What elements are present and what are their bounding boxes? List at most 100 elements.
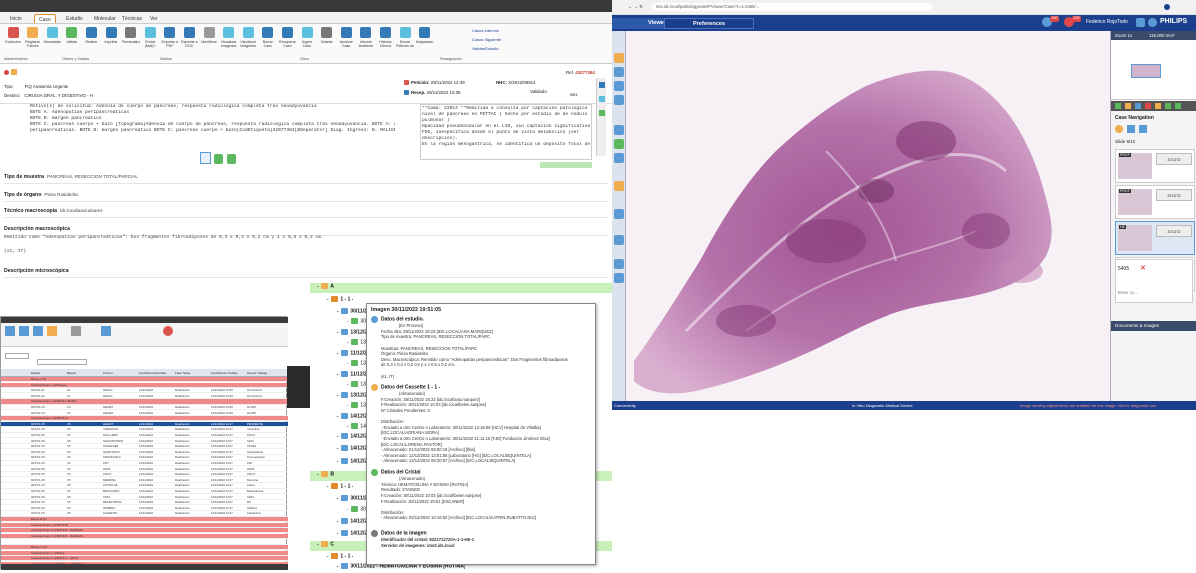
ribbon-button[interactable]: Validar [63,27,81,48]
settings-icon[interactable] [1136,18,1145,27]
chevron-down-icon[interactable]: ⌄ [336,563,339,568]
address-input[interactable]: ims.idc.local/pathologysuite/PViewer/Cas… [652,3,932,11]
table-row[interactable]: 02/07/1-C4 C4 HE/HRT 14/12/2022 Realización 1… [1,405,288,411]
help-icon[interactable] [1148,18,1157,27]
filter-input[interactable] [37,359,87,365]
table-row[interactable]: 02/07/1-C5 C5 CKAE1/AE3 14/12/2022 Realizaci… [1,444,288,450]
slide-thumbnail[interactable]: HE 371272 [1115,221,1195,255]
table-row[interactable]: 02/07/1-C5 C5 CD34 14/12/2022 Realización 14/… [1,467,288,472]
ribbon-button[interactable]: Enviar Petición de Imagen [396,27,414,48]
grid-column-header[interactable]: Fase Tarea [175,371,190,375]
grid-column-header[interactable]: Fecha/Hora Entrada [139,371,166,375]
tool-icon[interactable] [1125,103,1131,109]
chevron-down-icon[interactable]: ⌄ [316,471,319,476]
chevron-down-icon[interactable]: ⌄ [336,392,339,397]
tab-3[interactable]: Molecular [90,14,120,23]
close-icon[interactable]: ✕ [1140,264,1146,272]
table-row[interactable]: 02/07/1-A1 A1 HE/Hxs 14/12/2022 Realización 1… [1,388,288,394]
tree-node[interactable]: ⌄ A [310,283,612,293]
tab-5[interactable]: Ver [146,14,162,23]
chevron-down-icon[interactable]: ⌄ [336,445,339,450]
clinical-note[interactable]: Motivo(s) de solicitud: Adenoía de cuerp… [30,104,395,148]
table-row[interactable]: Cassette/Grupo 2 (1/BOTE C - HILIO) [1,556,288,562]
measure-tool-icon[interactable] [614,67,624,77]
ribbon-button[interactable]: Visualizar imágenes [220,27,238,48]
ribbon-button[interactable]: Exportar a DOC [180,27,198,48]
table-row[interactable]: 02/07/1-C5 C5 RECEP-PROG 14/12/2022 Realizac… [1,500,288,506]
pan-tool-icon[interactable] [614,53,624,63]
tab-0[interactable]: Inicio [6,14,26,23]
table-row[interactable]: Cassette/Grupo 1 (1/Bloque) [1,382,288,388]
ribbon-icon[interactable] [33,326,43,336]
comment-input[interactable]: Enter co... [1118,290,1138,295]
ribbon-icon[interactable] [71,326,81,336]
grid-column-header[interactable]: Tincion [103,371,113,375]
overview-map[interactable] [1111,40,1196,100]
table-row[interactable]: 02/07/1-C5 C5 CALRETIN 14/12/2022 Realizació… [1,511,288,517]
table-row[interactable]: Bloque B (1) [1,517,288,523]
chevron-down-icon[interactable]: ⌄ [326,553,329,558]
chevron-down-icon[interactable]: ⌄ [326,483,329,488]
ribbon-button[interactable]: Registrar Tutores [24,27,42,48]
star-icon[interactable] [614,125,624,135]
chevron-down-icon[interactable]: ⌄ [336,518,339,523]
tab-preferences[interactable]: Preferences [664,18,754,29]
ruler-tool-icon[interactable] [614,273,624,283]
tool-icon[interactable] [1155,103,1161,109]
tool-icon[interactable] [1145,103,1151,109]
table-row[interactable]: 02/07/1-C5 C5 SINAPTOFIS 14/12/2022 Realizac… [1,450,288,455]
chevron-down-icon[interactable]: ⌄ [336,413,339,418]
case-nav-icon[interactable] [1127,125,1135,133]
chevron-down-icon[interactable]: ⌄ [346,423,349,428]
tab-4[interactable]: Técnicas [118,14,146,23]
ribbon-link[interactable]: Casos Internos [472,28,499,33]
chevron-down-icon[interactable]: ⌄ [346,506,349,511]
table-row[interactable]: 02/07/1-C5 C5 CD117 14/12/2022 Realización 14… [1,472,288,478]
add-document-icon[interactable] [214,154,223,164]
chevron-down-icon[interactable]: ⌄ [346,381,349,386]
overview-viewport[interactable] [1131,64,1161,78]
table-row[interactable]: 02/07/1-C5 C5 KI67 14/12/2022 Realización 14/… [1,461,288,467]
comment-box[interactable]: 5405 ✕ Enter co... [1115,259,1193,303]
attach-document-icon[interactable] [227,154,236,164]
table-row[interactable]: 02/07/1-C5 C5 S100-PROTEIN 14/12/2022 Realiz… [1,439,288,444]
side-tool-icon[interactable] [599,96,605,102]
table-row[interactable]: 02/07/1-C5 C5 DESMINA 14/12/2022 Realización… [1,478,288,483]
chevron-down-icon[interactable]: ⌄ [316,283,319,288]
table-row[interactable]: Cassette/Grupo 2 (1/BOTE B - MARGEN) [1,528,288,534]
ribbon-button[interactable]: Visualizar imágenes caso en nueva ventan… [239,27,257,48]
table-row[interactable]: Bloque C (4) [1,545,288,551]
ribbon-icon[interactable] [5,326,15,336]
table-row[interactable]: 02/07/1-C5 C5 CROMOGR-A 14/12/2022 Realizaci… [1,455,288,461]
tree-node[interactable]: ⌄ 1 - 1 - [310,296,353,306]
side-tool-icon[interactable] [599,110,605,116]
table-row[interactable]: Cassette/Grupo 1 (3/BOTE C) [1,416,288,422]
chevron-down-icon[interactable]: ⌄ [336,495,339,500]
ribbon-button[interactable]: Reabrir [82,27,100,48]
grid-column-header[interactable]: Bloque [67,371,76,375]
slide-thumbnail[interactable]: PROF 371272 [1115,185,1195,219]
filter-select[interactable] [5,353,29,359]
chevron-down-icon[interactable]: ⌄ [316,541,319,546]
chevron-down-icon[interactable]: ⌄ [346,402,349,407]
compare-tool-icon[interactable] [614,139,624,149]
table-row[interactable]: 02/07/1-C5 C5 ACTINA-ML 14/12/2022 Realizaci… [1,483,288,489]
table-row[interactable]: Cassette/Grupo 1 (1/Bazo) [1,550,288,556]
table-row[interactable]: 02/07/1-C5 C5 INHIBINA 14/12/2022 Realizació… [1,506,288,511]
ribbon-link[interactable]: Validar/Estudio [472,46,499,51]
ribbon-button[interactable]: Borrar Caso [259,27,277,48]
table-row[interactable]: 02/07/1-C5 C5 BETACATEN 14/12/2022 Realizaci… [1,489,288,495]
table-row[interactable]: 02/07/1-C5 C5 CD10 14/12/2022 Realización 14/… [1,495,288,500]
documents-images-header[interactable]: Documents & Images [1111,321,1196,331]
chevron-down-icon[interactable]: ⌄ [346,318,349,323]
chevron-down-icon[interactable]: ⌄ [336,308,339,313]
camera-icon[interactable] [614,153,624,163]
document-icon[interactable] [200,152,211,164]
ribbon-button[interactable]: Recuperar Caso [278,27,296,48]
case-nav-icon[interactable] [1139,125,1147,133]
table-row[interactable]: Cassette/Grupo 1 (1/BOTE B) [1,522,288,528]
chevron-down-icon[interactable]: ⌄ [336,433,339,438]
table-row[interactable]: 02/07/1-A1 A1 HE/Hxs 14/12/2022 Realización 1… [1,394,288,399]
table-row[interactable]: Cassette/Grupo 1 (2/BOTE C BAZO) [1,399,288,405]
ribbon-button[interactable]: Archivar Caso [337,27,355,48]
